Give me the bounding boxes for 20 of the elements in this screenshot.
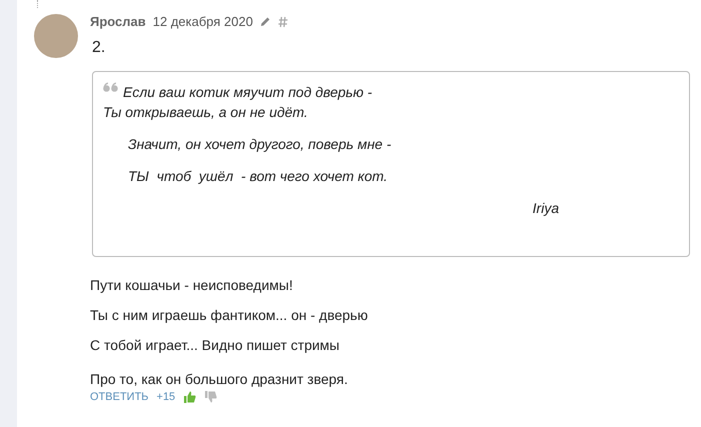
quote-line: Если ваш котик мяучит под дверью - — [123, 83, 372, 102]
comment-date: 12 декабря 2020 — [152, 14, 253, 29]
quote-line: Значит, он хочет другого, поверь мне - — [128, 135, 392, 154]
reply-link[interactable]: ОТВЕТИТЬ — [90, 391, 149, 403]
paragraph: Ты с ним играешь фантиком... он - дверью — [90, 307, 369, 323]
thumbs-down-icon[interactable] — [204, 391, 218, 403]
pencil-icon[interactable] — [260, 16, 271, 27]
thumbs-up-icon[interactable] — [183, 391, 196, 403]
comment-text: 2. — [92, 39, 106, 57]
paragraph: Пути кошачьи - неисповедимы! — [90, 277, 294, 293]
hash-icon[interactable] — [278, 16, 288, 28]
quote-mark-icon — [103, 82, 119, 92]
quote-line: ТЫ чтоб ушёл - вот чего хочет кот. — [128, 167, 389, 186]
paragraph: С тобой играет... Видно пишет стримы — [90, 337, 340, 353]
avatar — [34, 14, 78, 58]
paragraph: Про то, как он большого дразнит зверя. — [90, 371, 349, 387]
quote-line: Ты открываешь, а он не идёт. — [103, 103, 309, 122]
quote-signature: Iriya — [532, 200, 559, 216]
author-name[interactable]: Ярослав — [90, 14, 146, 29]
vote-score: +15 — [156, 391, 176, 403]
